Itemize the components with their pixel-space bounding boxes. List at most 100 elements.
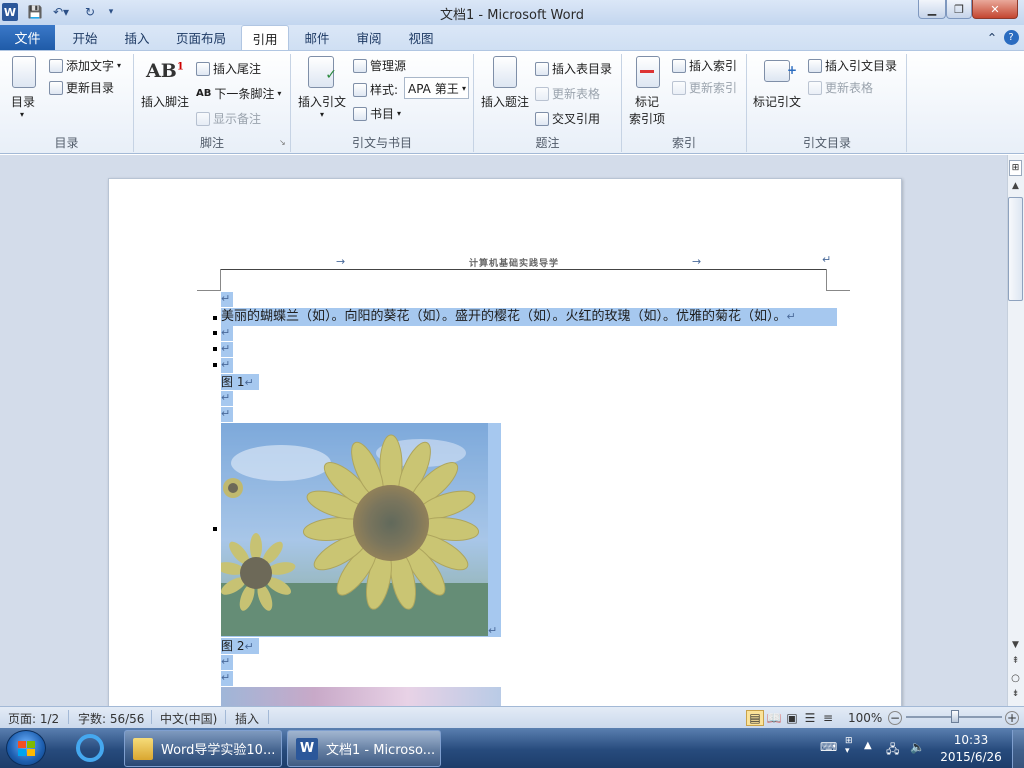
insert-footnote-button[interactable]: 插入脚注 — [141, 93, 189, 110]
next-page-icon[interactable]: ⇟ — [1009, 689, 1022, 703]
show-notes-button[interactable]: 显示备注 — [196, 110, 261, 127]
page-count[interactable]: 页面: 1/2 — [8, 710, 59, 726]
margin-corner — [197, 290, 221, 291]
manage-sources-button[interactable]: 管理源 — [353, 57, 406, 74]
update-toa-button[interactable]: 更新表格 — [808, 79, 873, 96]
insert-citation-button[interactable]: 插入引文 — [298, 93, 346, 110]
previous-page-icon[interactable]: ⇞ — [1009, 656, 1022, 670]
paragraph-mark: ↵ — [488, 624, 498, 637]
taskbar-item-explorer[interactable]: Word导学实验10... — [124, 730, 282, 767]
insert-toa-button[interactable]: 插入引文目录 — [808, 57, 897, 74]
close-button[interactable]: ✕ — [972, 0, 1018, 19]
caption-figure-2[interactable]: 图 2↵ — [221, 638, 259, 654]
draft-icon[interactable]: ≡ — [820, 710, 836, 726]
ruler-toggle-icon[interactable]: ⊞ — [1009, 160, 1022, 176]
start-button[interactable] — [6, 730, 46, 766]
ie-icon[interactable] — [70, 732, 110, 764]
insert-footnote-icon[interactable]: AB1 — [146, 60, 184, 88]
toc-button[interactable]: 目录 — [11, 93, 35, 110]
paragraph-mark: ↵ — [221, 326, 233, 341]
update-table-button[interactable]: 更新表格 — [535, 85, 600, 102]
scroll-thumb[interactable] — [1008, 197, 1023, 301]
minimize-button[interactable]: ▁ — [918, 0, 946, 19]
insert-caption-button[interactable]: 插入题注 — [481, 93, 529, 110]
help-icon[interactable]: ? — [1002, 25, 1020, 50]
caption-figure-1[interactable]: 图 1↵ — [221, 374, 259, 390]
style-select[interactable]: APA 第王 ▾ — [404, 77, 469, 99]
insert-caption-icon[interactable] — [490, 56, 520, 90]
redo-icon[interactable]: ↻ — [82, 3, 98, 21]
web-layout-icon[interactable]: ▣ — [784, 710, 800, 726]
insert-table-of-figures-button[interactable]: 插入表目录 — [535, 60, 612, 77]
save-icon[interactable]: 💾 — [26, 3, 44, 21]
tab-view[interactable]: 视图 — [398, 25, 444, 50]
mark-citation-icon[interactable]: + — [760, 60, 797, 88]
tab-mailings[interactable]: 邮件 — [294, 25, 340, 50]
keyboard-icon[interactable]: ⌨ — [820, 740, 838, 754]
zoom-level[interactable]: 100% — [848, 710, 882, 726]
citation-dropdown-icon[interactable]: ▾ — [320, 110, 324, 119]
word-count[interactable]: 字数: 56/56 — [78, 710, 144, 726]
scroll-down-icon[interactable]: ▼ — [1009, 640, 1022, 654]
clock-date[interactable]: 2015/6/26 — [936, 750, 1006, 766]
group-label-toa: 引文目录 — [802, 136, 851, 150]
margin-corner — [826, 269, 827, 290]
zoom-in-icon[interactable]: + — [1005, 711, 1019, 725]
status-divider — [68, 710, 69, 724]
next-footnote-button[interactable]: AB 下一条脚注 ▾ — [196, 85, 281, 102]
mark-citation-button[interactable]: 标记引文 — [753, 93, 801, 110]
cross-reference-button[interactable]: 交叉引用 — [535, 110, 600, 127]
insert-index-button[interactable]: 插入索引 — [672, 57, 737, 74]
browse-object-icon[interactable]: ○ — [1009, 673, 1022, 687]
taskbar-item-word[interactable]: W 文档1 - Microso... — [287, 730, 441, 767]
paragraph-mark: ↵ — [221, 407, 233, 422]
group-label-index: 索引 — [671, 136, 696, 150]
footnote-launcher-icon[interactable]: ↘ — [279, 138, 286, 147]
insert-mode[interactable]: 插入 — [235, 710, 259, 726]
tab-home[interactable]: 开始 — [62, 25, 108, 50]
list-marker — [213, 527, 217, 531]
word-logo-icon[interactable]: W — [2, 3, 18, 21]
zoom-slider-thumb[interactable] — [951, 710, 959, 723]
toc-dropdown-icon[interactable]: ▾ — [20, 110, 24, 119]
customize-qat-icon[interactable]: ▾ — [104, 3, 118, 21]
toc-icon[interactable] — [10, 56, 38, 90]
body-line[interactable]: 美丽的蝴蝶兰（如）。向阳的葵花（如）。盛开的樱花（如）。火红的玫瑰（如）。优雅的… — [221, 308, 837, 326]
group-label-citations: 引文与书目 — [351, 136, 412, 150]
tab-references[interactable]: 引用 — [241, 25, 289, 50]
show-hidden-icons[interactable]: ▲ — [864, 740, 876, 754]
add-text-button[interactable]: 添加文字 ▾ — [49, 57, 121, 74]
undo-icon[interactable]: ↶▾ — [48, 3, 74, 21]
minimize-ribbon-icon[interactable]: ⌃ — [984, 25, 1000, 50]
print-layout-icon[interactable]: ▤ — [746, 710, 764, 726]
scroll-up-icon[interactable]: ▲ — [1009, 181, 1022, 195]
outline-icon[interactable]: ☰ — [802, 710, 818, 726]
ime-icon[interactable]: ⊞ ▾ — [845, 736, 857, 756]
tab-file[interactable]: 文件 — [0, 25, 55, 50]
volume-icon[interactable]: 🔈 — [910, 740, 926, 754]
full-screen-reading-icon[interactable]: 📖 — [766, 710, 782, 726]
header-text[interactable]: 计算机基础实践导学 — [469, 256, 559, 269]
update-index-button[interactable]: 更新索引 — [672, 79, 737, 96]
table-of-figures-icon — [535, 61, 549, 76]
tab-page-layout[interactable]: 页面布局 — [166, 25, 236, 50]
maximize-button[interactable]: ❐ — [946, 0, 972, 19]
show-desktop-button[interactable] — [1012, 730, 1024, 768]
bibliography-button[interactable]: 书目 ▾ — [353, 105, 401, 122]
network-icon[interactable]: 🖧 — [886, 740, 902, 756]
mark-entry-button-line2[interactable]: 索引项 — [629, 110, 665, 127]
tab-insert[interactable]: 插入 — [114, 25, 160, 50]
update-toc-button[interactable]: 更新目录 — [49, 79, 114, 96]
language-indicator[interactable]: 中文(中国) — [160, 710, 217, 726]
flower-image-2[interactable] — [221, 687, 501, 706]
mark-entry-icon[interactable] — [633, 56, 663, 90]
insert-citation-icon[interactable]: ✓ — [305, 56, 337, 90]
status-divider — [151, 710, 152, 724]
mark-entry-button[interactable]: 标记 — [635, 93, 659, 110]
margin-corner — [220, 269, 221, 290]
tab-review[interactable]: 审阅 — [346, 25, 392, 50]
clock-time[interactable]: 10:33 — [940, 733, 1002, 749]
sunflower-image[interactable] — [221, 423, 488, 636]
zoom-out-icon[interactable]: − — [888, 711, 902, 725]
insert-endnote-button[interactable]: 插入尾注 — [196, 60, 261, 77]
